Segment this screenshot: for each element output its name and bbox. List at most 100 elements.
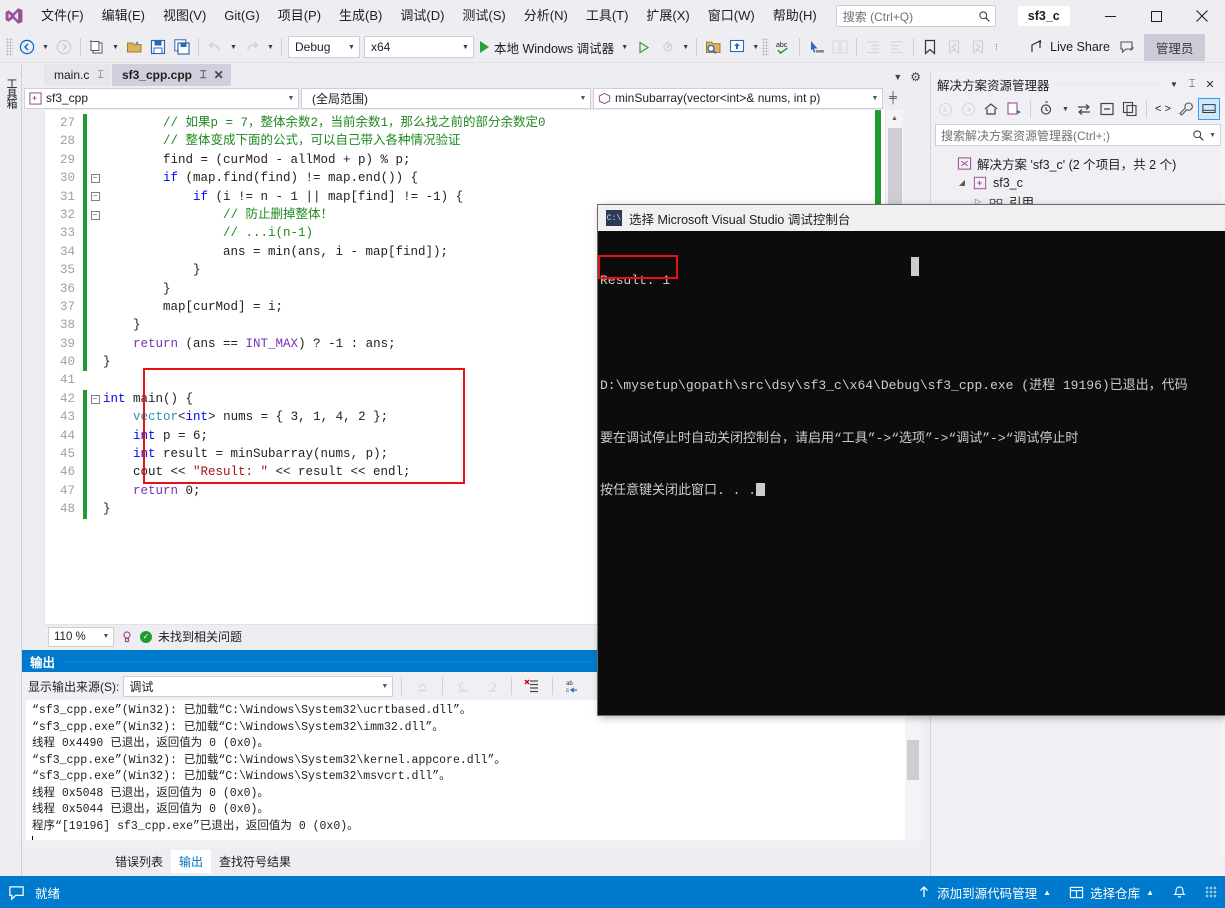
folder-search-icon[interactable] [701,35,725,59]
refresh-icon[interactable] [1119,98,1141,120]
solution-platform-combo[interactable]: x64 ▼ [364,36,474,58]
tab-output[interactable]: 输出 [171,849,212,873]
menu-item-extensions[interactable]: 扩展(X) [637,4,698,28]
collapse-all-icon[interactable] [1096,98,1118,120]
bookmark-next-icon[interactable] [966,35,990,59]
new-project-dropdown[interactable]: ▼ [109,35,122,59]
tab-error-list[interactable]: 错误列表 [107,850,171,873]
toolbar-grip[interactable] [6,38,13,56]
zoom-level-combo[interactable]: 110 % ▼ [48,626,114,647]
menu-item-build[interactable]: 生成(B) [330,4,391,28]
close-icon[interactable] [1179,0,1225,32]
solution-tree-item[interactable]: 解决方案 'sf3_c' (2 个项目，共 2 个) [935,154,1221,173]
undo-dropdown[interactable]: ▼ [227,35,240,59]
new-project-icon[interactable] [85,35,109,59]
select-repository-button[interactable]: 选择仓库 ▲ [1069,883,1154,902]
code-view-icon[interactable]: < > [1152,98,1174,120]
menu-item-debug[interactable]: 调试(D) [391,4,453,28]
toolbar-grip[interactable] [762,38,770,56]
redo-icon[interactable] [240,35,264,59]
sync-with-active-document-icon[interactable] [1073,98,1095,120]
indent-icon[interactable] [861,35,885,59]
menu-item-edit[interactable]: 编辑(E) [93,4,154,28]
go-to-next-icon[interactable] [479,674,503,698]
output-source-combo[interactable]: 调试 ▼ [123,675,394,697]
clear-all-icon[interactable] [520,674,544,698]
code-line[interactable]: 28 // 整体变成下面的公式，可以自己带入各种情况验证 [45,132,903,151]
output-vertical-scrollbar[interactable] [905,700,921,840]
menu-item-help[interactable]: 帮助(H) [764,4,826,28]
split-view-icon[interactable]: ╪ [885,92,901,104]
collapse-region-icon[interactable]: − [87,210,103,220]
global-search-input[interactable]: 搜索 (Ctrl+Q) [835,5,996,27]
navigate-back-icon[interactable] [934,98,956,120]
editor-tab-overflow[interactable]: ▼ ⚙ [893,70,921,84]
pending-changes-icon[interactable] [1003,98,1025,120]
scroll-up-icon[interactable]: ▲ [886,110,903,126]
window-layout-icon[interactable] [725,35,749,59]
chevron-down-icon[interactable]: ▼ [1209,132,1216,139]
navigate-forward-icon[interactable] [52,35,76,59]
menu-item-view[interactable]: 视图(V) [154,4,215,28]
active-project-chip[interactable]: sf3_c [1017,6,1070,26]
navbar-member-combo[interactable]: minSubarray(vector<int>& nums, int p) ▼ [593,87,883,109]
menu-item-tools[interactable]: 工具(T) [577,4,638,28]
pin-icon[interactable]: ⌶ [200,69,207,82]
menu-item-test[interactable]: 测试(S) [453,4,514,28]
open-file-icon[interactable] [122,35,146,59]
menu-item-project[interactable]: 项目(P) [269,4,330,28]
properties-icon[interactable] [1175,98,1197,120]
code-line[interactable]: 31 − if (i != n - 1 || map[find] != -1) { [45,187,903,206]
chevron-down-icon[interactable]: ▼ [1165,80,1183,89]
console-output-area[interactable]: Result: 1 D:\mysetup\gopath\src\dsy\sf3_… [598,231,1225,715]
start-debugging-dropdown[interactable]: ▼ [618,35,631,59]
hot-reload-dropdown[interactable]: ▼ [679,35,692,59]
solution-tree-item[interactable]: ◢ sf3_c [935,173,1221,192]
resize-grip-icon[interactable] [1205,886,1217,898]
window-layout-dropdown[interactable]: ▼ [749,35,762,59]
bookmark-prev-icon[interactable] [942,35,966,59]
spellcheck-icon[interactable]: abc [771,35,795,59]
bookmark-more-dropdown[interactable]: ⋮ [990,35,1003,59]
menu-item-analyze[interactable]: 分析(N) [515,4,577,28]
maximize-icon[interactable] [1133,0,1179,32]
expanded-twisty-icon[interactable]: ◢ [955,178,969,187]
minimize-icon[interactable] [1087,0,1133,32]
live-share-button[interactable]: Live Share [1023,35,1116,59]
panel-grip[interactable] [1057,83,1157,85]
navbar-project-combo[interactable]: sf3_cpp ▼ [24,87,299,109]
notifications-button[interactable] [1172,885,1187,900]
editor-tab-main-c[interactable]: main.c ⌶ [44,64,111,86]
save-icon[interactable] [146,35,170,59]
code-line[interactable]: 30 − if (map.find(find) != map.end()) { [45,169,903,188]
tab-find-symbol-results[interactable]: 查找符号结果 [211,850,299,873]
hot-reload-icon[interactable] [655,35,679,59]
feedback-icon[interactable] [1116,35,1140,59]
main-menu[interactable]: 文件(F) 编辑(E) 视图(V) Git(G) 项目(P) 生成(B) 调试(… [32,0,826,32]
navigate-forward-icon[interactable] [957,98,979,120]
save-all-icon[interactable] [170,35,194,59]
compare-icon[interactable] [828,35,852,59]
menu-item-file[interactable]: 文件(F) [32,4,93,28]
collapse-region-icon[interactable]: − [87,192,103,202]
pin-icon[interactable]: ⌶ [97,69,104,82]
start-without-debugging-icon[interactable] [631,35,655,59]
toggle-word-wrap-icon[interactable]: ab c [561,674,585,698]
code-line[interactable]: 29 find = (curMod - allMod + p) % p; [45,150,903,170]
navigate-back-icon[interactable] [15,35,39,59]
close-icon[interactable]: ✕ [214,68,224,82]
close-icon[interactable]: ✕ [1201,78,1219,91]
redo-dropdown[interactable]: ▼ [264,35,277,59]
collapse-region-icon[interactable]: − [87,173,103,183]
solution-explorer-search-input[interactable]: 搜索解决方案资源管理器(Ctrl+;) ▼ [935,124,1221,146]
menu-item-git[interactable]: Git(G) [215,4,268,28]
gear-icon[interactable]: ⚙ [910,70,921,84]
home-icon[interactable] [980,98,1002,120]
show-all-files-icon[interactable] [1036,98,1058,120]
outdent-icon[interactable] [885,35,909,59]
pointer-select-icon[interactable] [804,35,828,59]
navbar-scope-combo[interactable]: (全局范围) ▼ [301,87,591,109]
solution-configuration-combo[interactable]: Debug ▼ [288,36,360,58]
toolbox-vertical-tab[interactable]: 工具箱 [2,74,20,112]
navigate-back-dropdown[interactable]: ▼ [39,35,52,59]
